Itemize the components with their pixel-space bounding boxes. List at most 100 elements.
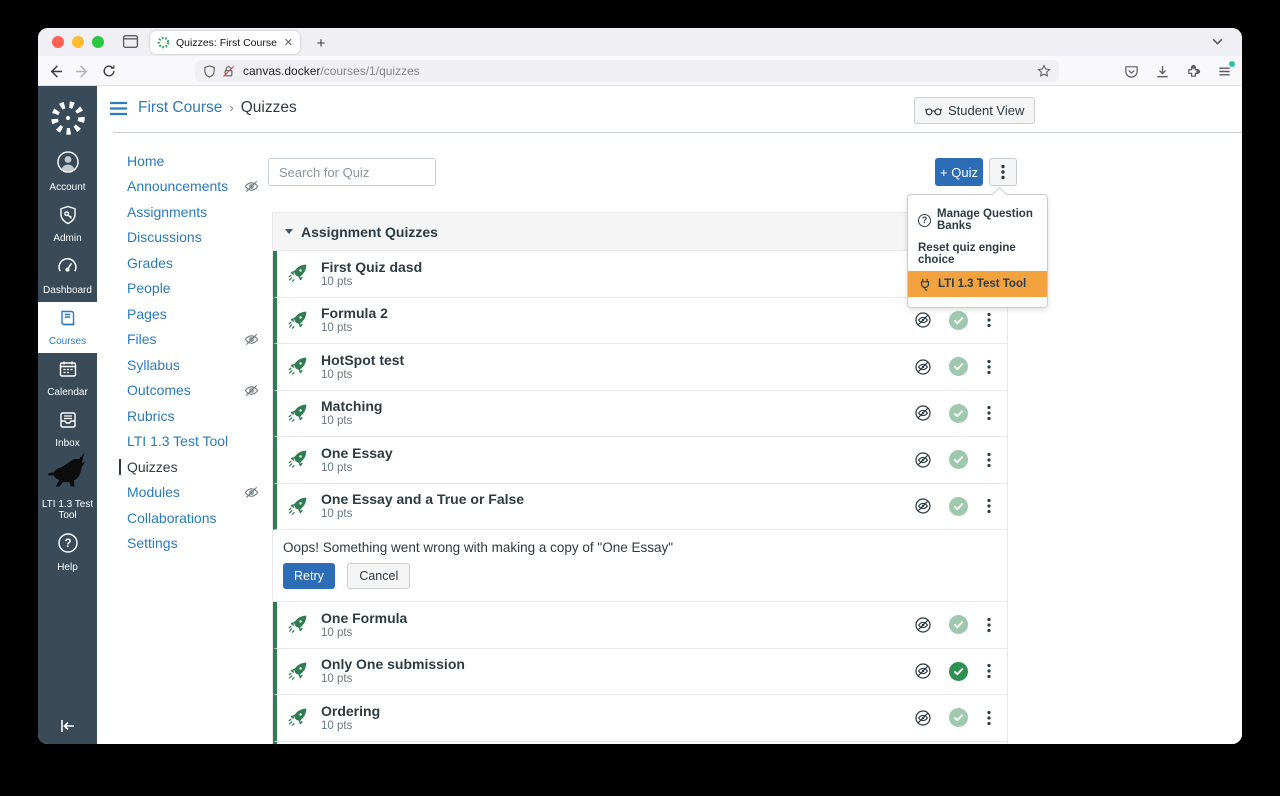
published-check-icon[interactable] — [949, 357, 968, 376]
sidebar-item-account[interactable]: Account — [38, 146, 97, 199]
canvas-logo-icon[interactable] — [38, 90, 97, 146]
menu-item-reset-quiz-engine-choice[interactable]: Reset quiz engine choice — [908, 237, 1047, 271]
sidebar-item-calendar[interactable]: Calendar — [38, 353, 97, 404]
quiz-row-quiz-number-1[interactable]: Quiz Number 1 10 pts — [273, 742, 1007, 745]
address-bar[interactable]: canvas.docker/courses/1/quizzes — [195, 60, 1059, 82]
close-tab-icon[interactable]: ✕ — [284, 36, 293, 49]
quiz-row-kebab-icon[interactable] — [985, 708, 993, 728]
tab-bar: Quizzes: First Course ✕ + — [38, 28, 1242, 56]
course-nav-toggle-icon[interactable] — [109, 101, 128, 116]
student-view-button[interactable]: Student View — [914, 97, 1035, 124]
course-nav-item-people[interactable]: People — [127, 276, 259, 302]
minimize-window-button[interactable] — [72, 36, 84, 48]
hidden-from-students-icon — [244, 485, 259, 500]
course-nav-item-announcements[interactable]: Announcements — [127, 174, 259, 200]
published-check-icon[interactable] — [949, 404, 968, 423]
sidebar-item-courses[interactable]: Courses — [38, 302, 97, 353]
zoom-window-button[interactable] — [92, 36, 104, 48]
eye-crossed-circle-icon[interactable] — [914, 404, 932, 422]
eye-crossed-circle-icon[interactable] — [914, 709, 932, 727]
quiz-row-kebab-icon[interactable] — [985, 310, 993, 330]
course-nav-item-syllabus[interactable]: Syllabus — [127, 352, 259, 378]
quiz-row-kebab-icon[interactable] — [985, 496, 993, 516]
browser-tab[interactable]: Quizzes: First Course ✕ — [150, 31, 300, 54]
sidebar-item-dashboard[interactable]: Dashboard — [38, 250, 97, 302]
eye-crossed-circle-icon[interactable] — [914, 358, 932, 376]
quiz-row-kebab-icon[interactable] — [985, 357, 993, 377]
pocket-icon[interactable] — [1124, 64, 1139, 79]
breadcrumb-course-link[interactable]: First Course — [138, 99, 222, 116]
course-nav-item-rubrics[interactable]: Rubrics — [127, 403, 259, 429]
quiz-title: One Essay and a True or False — [321, 491, 524, 507]
list-tabs-chevron-icon[interactable] — [1211, 35, 1224, 48]
quiz-row-kebab-icon[interactable] — [985, 615, 993, 635]
new-tab-button[interactable]: + — [310, 32, 332, 54]
course-nav-item-home[interactable]: Home — [127, 148, 259, 174]
quiz-row-kebab-icon[interactable] — [985, 403, 993, 423]
quiz-group-header[interactable]: Assignment Quizzes — [273, 213, 1007, 251]
download-icon[interactable] — [1155, 64, 1170, 79]
extensions-puzzle-icon[interactable] — [1186, 64, 1201, 79]
course-nav-label: Home — [127, 153, 164, 169]
course-nav-item-modules[interactable]: Modules — [127, 480, 259, 506]
quiz-row-ordering[interactable]: Ordering 10 pts — [273, 695, 1007, 742]
course-nav-item-collaborations[interactable]: Collaborations — [127, 505, 259, 531]
firefox-view-icon[interactable] — [122, 33, 139, 50]
eye-crossed-circle-icon[interactable] — [914, 662, 932, 680]
close-window-button[interactable] — [52, 36, 64, 48]
quiz-row-one-essay[interactable]: One Essay 10 pts — [273, 437, 1007, 484]
reload-button[interactable] — [102, 64, 116, 78]
published-check-icon[interactable] — [949, 311, 968, 330]
quiz-row-kebab-icon[interactable] — [985, 661, 993, 681]
course-nav-label: Grades — [127, 255, 173, 271]
quiz-row-hotspot-test[interactable]: HotSpot test 10 pts — [273, 344, 1007, 391]
eye-crossed-circle-icon[interactable] — [914, 451, 932, 469]
back-button[interactable] — [48, 64, 63, 79]
course-nav-item-discussions[interactable]: Discussions — [127, 225, 259, 251]
sidebar-item-lti-1-3-test-tool[interactable]: LTI 1.3 Test Tool — [38, 455, 97, 527]
sidebar-item-help[interactable]: ? Help — [38, 527, 97, 579]
course-nav-item-pages[interactable]: Pages — [127, 301, 259, 327]
course-nav-item-files[interactable]: Files — [127, 327, 259, 353]
app-menu-icon[interactable] — [1217, 64, 1232, 79]
breadcrumb-separator: › — [229, 100, 233, 115]
insecure-lock-icon[interactable] — [222, 65, 235, 78]
bookmark-star-icon[interactable] — [1037, 64, 1051, 78]
published-check-icon[interactable] — [949, 615, 968, 634]
course-nav-item-assignments[interactable]: Assignments — [127, 199, 259, 225]
quiz-row-kebab-icon[interactable] — [985, 450, 993, 470]
collapse-nav-button[interactable] — [38, 718, 97, 734]
course-nav-item-settings[interactable]: Settings — [127, 531, 259, 557]
sidebar-item-inbox[interactable]: Inbox — [38, 404, 97, 455]
quiz-options-kebab-button[interactable] — [989, 158, 1017, 186]
course-nav-item-quizzes[interactable]: Quizzes — [127, 454, 259, 480]
retry-button[interactable]: Retry — [283, 563, 335, 589]
quiz-row-one-essay-and-a-true-or-false[interactable]: One Essay and a True or False 10 pts — [273, 484, 1007, 531]
quiz-title: Only One submission — [321, 656, 465, 672]
menu-item-manage-question-banks[interactable]: ?Manage Question Banks — [908, 203, 1047, 237]
new-quiz-button[interactable]: + Quiz — [935, 158, 983, 186]
eye-crossed-circle-icon[interactable] — [914, 616, 932, 634]
course-nav-item-grades[interactable]: Grades — [127, 250, 259, 276]
sidebar-item-admin[interactable]: Admin — [38, 199, 97, 250]
sidebar-item-label: Inbox — [39, 438, 96, 449]
published-check-icon[interactable] — [949, 662, 968, 681]
cancel-button[interactable]: Cancel — [347, 563, 410, 589]
search-input[interactable] — [268, 158, 436, 186]
quiz-row-only-one-submission[interactable]: Only One submission 10 pts — [273, 649, 1007, 696]
course-nav-item-outcomes[interactable]: Outcomes — [127, 378, 259, 404]
course-nav-item-lti-1-3-test-tool[interactable]: LTI 1.3 Test Tool — [127, 429, 259, 455]
published-check-icon[interactable] — [949, 497, 968, 516]
quiz-row-formula-2[interactable]: Formula 2 10 pts — [273, 298, 1007, 345]
quiz-row-first-quiz-dasd[interactable]: First Quiz dasd 10 pts — [273, 251, 1007, 298]
canvas-app: Account Admin Dashboard Courses Calendar… — [38, 86, 1242, 744]
eye-crossed-circle-icon[interactable] — [914, 311, 932, 329]
quiz-row-one-formula[interactable]: One Formula 10 pts — [273, 602, 1007, 649]
tracking-shield-icon[interactable] — [203, 65, 216, 78]
menu-item-lti-1-3-test-tool[interactable]: LTI 1.3 Test Tool — [908, 271, 1047, 297]
forward-button[interactable] — [75, 64, 90, 79]
published-check-icon[interactable] — [949, 708, 968, 727]
published-check-icon[interactable] — [949, 450, 968, 469]
quiz-row-matching[interactable]: Matching 10 pts — [273, 391, 1007, 438]
eye-crossed-circle-icon[interactable] — [914, 497, 932, 515]
